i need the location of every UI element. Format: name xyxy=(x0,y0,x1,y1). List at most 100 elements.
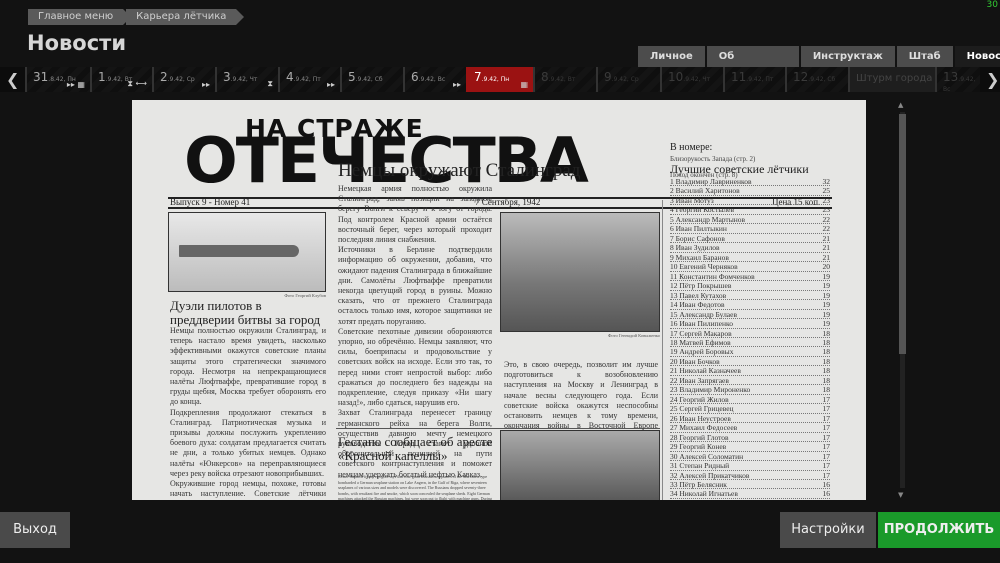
pilot-name: 35 Григорий Гребень xyxy=(670,499,823,500)
tab-news[interactable]: Новости xyxy=(954,46,1000,68)
pilot-row: 7 Борис Сафонов 21 xyxy=(670,233,831,244)
scrollbar[interactable]: ▲ ▼ xyxy=(897,101,907,499)
pilot-kills: 19 xyxy=(822,271,831,281)
pilot-name: 7 Борис Сафонов xyxy=(670,233,725,243)
day-status-icon: ⧗ ⟷ xyxy=(127,79,147,88)
timeline-event[interactable]: Штурм города xyxy=(848,67,935,92)
pilot-row: 28 Георгий Глотов 17 xyxy=(670,432,831,443)
pilot-kills: 18 xyxy=(822,366,831,376)
pilot-kills: 17 xyxy=(822,432,831,442)
timeline-day[interactable]: 13.9.42, Вс xyxy=(935,67,980,93)
day-status-icon: ⧗ xyxy=(267,79,273,88)
pilot-row: 27 Михаил Федосеев 17 xyxy=(670,423,830,433)
pilot-kills: 16 xyxy=(823,499,831,500)
pilot-row: 21 Николай Казначеев 18 xyxy=(670,366,831,376)
day-date: .9.42, Ср xyxy=(611,76,639,83)
timeline-day[interactable]: 11.9.42, Пт xyxy=(723,67,785,92)
issue-number: Выпуск 9 - Номер 41 xyxy=(170,197,251,207)
breadcrumb-main-menu[interactable]: Главное меню xyxy=(28,9,132,25)
pilot-name: 34 Николай Игнатьев xyxy=(670,489,738,499)
pilot-name: 24 Георгий Жилов xyxy=(670,394,729,404)
day-number: 6 xyxy=(411,70,419,84)
soldiers-photo xyxy=(500,430,660,500)
pilot-name: 32 Алексей Прикатчиков xyxy=(670,470,750,480)
pilot-kills: 17 xyxy=(822,394,831,404)
pilot-kills: 32 xyxy=(822,177,831,186)
pilot-kills: 22 xyxy=(822,224,831,234)
chevron-right-icon[interactable]: ❯ xyxy=(986,70,999,89)
day-number: 4 xyxy=(286,70,294,84)
timeline-day[interactable]: 8.9.42, Вт xyxy=(533,67,596,92)
pilot-row: 14 Иван Федотов 19 xyxy=(670,300,830,310)
pilot-kills: 16 xyxy=(822,489,831,499)
pilot-kills: 21 xyxy=(822,252,831,262)
pilot-name: 22 Иван Запрягаев xyxy=(670,375,729,385)
day-number: 12 xyxy=(793,70,809,84)
timeline-day[interactable]: 5.9.42, Сб xyxy=(340,67,403,92)
pilot-kills: 18 xyxy=(822,375,831,385)
tab-bar: Личное дело Об эскадрилье Инструктаж Шта… xyxy=(636,46,1000,84)
pilot-row: 29 Георгий Конев 17 xyxy=(670,442,830,452)
pilot-row: 15 Александр Булаев 19 xyxy=(670,309,830,320)
pilot-name: 2 Василий Харитонов xyxy=(670,186,740,196)
pilot-name: 27 Михаил Федосеев xyxy=(670,423,738,433)
exit-button[interactable]: Выход xyxy=(0,512,70,548)
pilot-row: 8 Иван Зудилов 21 xyxy=(670,243,830,253)
tab-briefing[interactable]: Инструктаж xyxy=(800,46,895,68)
timeline-day[interactable]: 4.9.42, Пт ▸▸ xyxy=(278,67,340,92)
settings-button[interactable]: Настройки xyxy=(780,512,876,548)
pilot-name: 17 Сергей Макаров xyxy=(670,328,732,338)
pilot-name: 31 Степан Ридный xyxy=(670,461,730,471)
day-date: .9.42, Чт xyxy=(230,76,258,83)
article-body: Reuter dispatch from Petrograd says that… xyxy=(338,474,492,500)
pilot-kills: 18 xyxy=(822,356,831,366)
timeline-day[interactable]: 2.9.42, Ср ▸▸ xyxy=(152,67,215,92)
pilot-row: 33 Пётр Белясник 16 xyxy=(670,480,830,490)
tab-squadron[interactable]: Об эскадрилье xyxy=(706,46,799,84)
pilot-row: 11 Константин Фомченков 19 xyxy=(670,271,831,282)
pilot-row: 10 Евгений Черняков 20 xyxy=(670,262,831,272)
pilot-name: 28 Георгий Глотов xyxy=(670,432,729,442)
timeline-day[interactable]: 7.9.42, Пн ▦ xyxy=(466,67,533,92)
divider xyxy=(662,200,663,500)
pilot-kills: 21 xyxy=(822,233,831,243)
headline: Немцы окружают Сталинград xyxy=(338,160,581,181)
pilot-row: 24 Георгий Жилов 17 xyxy=(670,394,831,405)
pilot-row: 1 Владимир Лавриненков 32 xyxy=(670,177,831,187)
timeline-day[interactable]: 12.9.42, Сб xyxy=(785,67,848,92)
chevron-left-icon[interactable]: ❮ xyxy=(6,70,19,89)
pilot-kills: 19 xyxy=(822,319,831,329)
timeline-day[interactable]: 10.9.42, Чт xyxy=(660,67,723,92)
tab-personal-file[interactable]: Личное дело xyxy=(638,46,705,84)
page-title: Новости xyxy=(27,31,127,55)
tab-hq[interactable]: Штаб xyxy=(896,46,953,68)
pilot-kills: 19 xyxy=(822,290,831,300)
scroll-thumb[interactable] xyxy=(899,114,906,354)
timeline-day[interactable]: 6.9.42, Вс ▸▸ xyxy=(403,67,466,92)
pilot-name: 10 Евгений Черняков xyxy=(670,262,738,272)
breadcrumb: Главное меню Карьера лётчика xyxy=(28,9,245,25)
pilot-row: 31 Степан Ридный 17 xyxy=(670,461,830,471)
pilot-name: 15 Александр Булаев xyxy=(670,309,738,319)
timeline-day[interactable]: 1.9.42, Вт ⧗ ⟷ xyxy=(90,67,152,92)
timeline-day[interactable]: 31.8.42, Пн ▸▸ ▦ xyxy=(25,67,90,92)
timeline-day[interactable]: 9.9.42, Ср xyxy=(596,67,660,92)
pilot-name: 6 Иван Пилтыкин xyxy=(670,224,727,234)
pilot-kills: 18 xyxy=(822,328,831,338)
pilot-name: 18 Матвей Ефимов xyxy=(670,337,731,347)
tanks-photo xyxy=(500,212,660,332)
pilot-kills: 20 xyxy=(822,262,831,272)
timeline-day[interactable]: 3.9.42, Чт ⧗ xyxy=(215,67,278,92)
continue-button[interactable]: ПРОДОЛЖИТЬ xyxy=(878,512,1000,548)
day-date: .9.42, Пн xyxy=(481,76,510,83)
breadcrumb-pilot-career[interactable]: Карьера лётчика xyxy=(126,9,245,25)
pilot-name: 19 Андрей Боровых xyxy=(670,347,734,357)
timeline: 31.8.42, Пн ▸▸ ▦ 1.9.42, Вт ⧗ ⟷ 2.9.42, Ср ▸▸… xyxy=(0,67,1000,93)
day-date: .9.42, Сб xyxy=(808,76,836,83)
chevron-up-icon[interactable]: ▲ xyxy=(898,101,903,109)
article-title: Дуэли пилотов в преддверии битвы за горо… xyxy=(170,298,321,327)
pilot-row: 17 Сергей Макаров 18 xyxy=(670,329,830,338)
day-date: .9.42, Чт xyxy=(683,76,710,83)
pilot-row: 9 Михаил Баранов 21 xyxy=(670,252,831,263)
chevron-down-icon[interactable]: ▼ xyxy=(898,491,903,499)
